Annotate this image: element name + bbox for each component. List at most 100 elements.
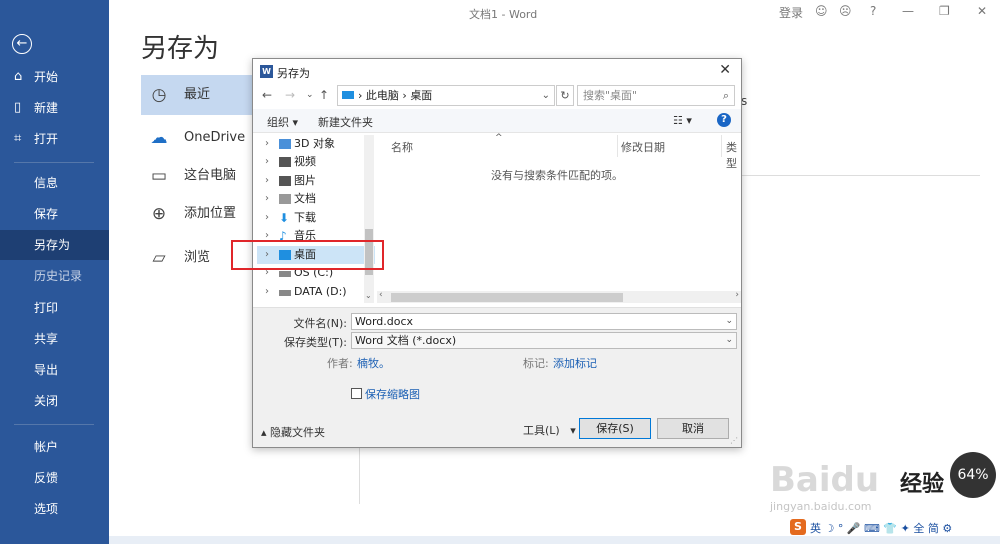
sort-up-icon: ^ xyxy=(495,133,503,143)
tree-item-label: 图片 xyxy=(294,174,316,187)
scroll-left-icon[interactable]: ‹ xyxy=(379,290,383,300)
column-modified-date[interactable]: 修改日期 xyxy=(621,139,665,155)
chevron-right-icon[interactable]: › xyxy=(265,153,269,171)
rail-item-options[interactable]: 选项 xyxy=(0,494,109,524)
rail-item-save[interactable]: 保存 xyxy=(0,199,109,229)
save-thumbnail-label[interactable]: 保存缩略图 xyxy=(365,386,420,402)
chevron-down-icon[interactable]: ⌄ xyxy=(542,86,550,105)
rail-item-info[interactable]: 信息 xyxy=(0,168,109,198)
tree-item-documents[interactable]: › 文档 xyxy=(257,190,375,208)
ime-toolbar[interactable]: S 英 ☽ ° 🎤 ⌨ 👕 ✦ 全 简 ⚙ xyxy=(790,519,995,537)
rail-item-export[interactable]: 导出 xyxy=(0,355,109,385)
rail-item-new[interactable]: ▯ 新建 xyxy=(0,93,109,123)
dialog-close-icon[interactable]: ✕ xyxy=(719,62,731,78)
tree-item-3d-objects[interactable]: › 3D 对象 xyxy=(257,135,375,153)
rail-item-open[interactable]: ⌗ 打开 xyxy=(0,124,109,154)
column-separator[interactable] xyxy=(721,135,722,157)
ime-status[interactable]: 英 ☽ ° 🎤 ⌨ 👕 ✦ 全 简 ⚙ xyxy=(810,520,952,536)
filename-field[interactable]: Word.docx ⌄ xyxy=(351,313,737,330)
scroll-down-arrow-icon[interactable]: ⌄ xyxy=(365,291,372,300)
chevron-down-icon[interactable]: ⌄ xyxy=(725,333,733,348)
computer-icon: ▭ xyxy=(150,166,168,186)
chevron-down-icon[interactable]: ⌄ xyxy=(725,314,733,329)
refresh-icon[interactable]: ↻ xyxy=(556,85,574,106)
location-label: 这台电脑 xyxy=(184,168,237,183)
location-label: 最近 xyxy=(184,87,211,102)
close-icon[interactable]: ✕ xyxy=(977,4,987,18)
tree-item-pictures[interactable]: › 图片 xyxy=(257,172,375,190)
recent-locations-icon[interactable]: ⌄ xyxy=(306,90,314,100)
download-arrow-icon: ⬇ xyxy=(279,211,290,225)
add-tags-link[interactable]: 添加标记 xyxy=(553,355,597,371)
tools-menu[interactable]: 工具(L) ▾ xyxy=(523,422,576,438)
dialog-title-bar: W 另存为 ✕ xyxy=(253,59,741,83)
tree-item-downloads[interactable]: › ⬇ 下载 xyxy=(257,209,375,227)
cancel-button[interactable]: 取消 xyxy=(657,418,729,439)
tags-label: 标记: xyxy=(523,357,549,370)
author-value[interactable]: 楠牧。 xyxy=(357,355,390,371)
file-list-scrollbar[interactable]: ‹ › xyxy=(377,290,741,303)
rail-item-history[interactable]: 历史记录 xyxy=(0,261,109,291)
column-separator[interactable] xyxy=(617,135,618,157)
picture-icon xyxy=(279,176,291,186)
back-icon[interactable]: ← xyxy=(12,34,32,54)
drive-icon xyxy=(279,290,291,296)
column-name[interactable]: 名称 xyxy=(391,139,413,155)
address-bar[interactable]: › 此电脑 › 桌面 ⌄ xyxy=(337,85,555,106)
hide-folders-toggle[interactable]: ▴ 隐藏文件夹 xyxy=(261,424,325,440)
chevron-right-icon[interactable]: › xyxy=(265,135,269,153)
rail-item-home[interactable]: ⌂ 开始 xyxy=(0,62,109,92)
scroll-right-icon[interactable]: › xyxy=(735,290,739,300)
rail-item-feedback[interactable]: 反馈 xyxy=(0,463,109,493)
scrollbar-thumb[interactable] xyxy=(391,293,623,302)
smile-icon[interactable]: ☺ xyxy=(815,4,828,18)
tree-scrollbar[interactable]: ⌄ xyxy=(364,135,374,303)
filetype-select[interactable]: Word 文档 (*.docx) ⌄ xyxy=(351,332,737,349)
tree-item-videos[interactable]: › 视频 xyxy=(257,153,375,171)
hide-folders-label: 隐藏文件夹 xyxy=(270,426,326,439)
rail-item-save-as[interactable]: 另存为 xyxy=(0,230,109,260)
chevron-right-icon[interactable]: › xyxy=(265,172,269,190)
new-document-icon: ▯ xyxy=(14,100,22,115)
save-button[interactable]: 保存(S) xyxy=(579,418,651,439)
tree-item-drive-d[interactable]: › DATA (D:) xyxy=(257,283,375,301)
back-arrow-icon[interactable]: ← xyxy=(262,88,272,102)
filetype-label: 保存类型(T): xyxy=(283,336,347,349)
chevron-right-icon[interactable]: › xyxy=(265,190,269,208)
search-placeholder: 搜索"桌面" xyxy=(583,89,638,102)
minimize-icon[interactable]: — xyxy=(902,4,914,18)
open-folder-icon: ⌗ xyxy=(14,131,22,146)
clock-icon: ◷ xyxy=(151,85,167,105)
rail-item-close[interactable]: 关闭 xyxy=(0,386,109,416)
help-icon[interactable]: ? xyxy=(717,113,731,127)
help-icon[interactable]: ? xyxy=(870,4,876,18)
chevron-right-icon[interactable]: › xyxy=(265,209,269,227)
rail-item-print[interactable]: 打印 xyxy=(0,293,109,323)
tree-item-label: 视频 xyxy=(294,155,316,168)
word-icon: W xyxy=(260,65,273,78)
rail-item-account[interactable]: 帐户 xyxy=(0,432,109,462)
chevron-right-icon[interactable]: › xyxy=(265,283,269,301)
breadcrumb-item[interactable]: 此电脑 xyxy=(366,89,399,102)
save-thumbnail-checkbox[interactable] xyxy=(351,388,362,399)
new-folder-button[interactable]: 新建文件夹 xyxy=(318,114,373,130)
rail-item-share[interactable]: 共享 xyxy=(0,324,109,354)
restore-icon[interactable]: ❐ xyxy=(939,4,950,18)
breadcrumb: › 此电脑 › 桌面 xyxy=(358,89,433,102)
sogou-logo-icon: S xyxy=(790,519,806,535)
organize-button[interactable]: 组织 ▾ xyxy=(267,114,298,130)
sign-in-link[interactable]: 登录 xyxy=(779,4,803,21)
resize-grip-icon[interactable]: ⋰ xyxy=(730,436,738,445)
video-icon xyxy=(279,157,291,167)
author-label: 作者: xyxy=(327,357,353,370)
search-input[interactable]: 搜索"桌面" ⌕ xyxy=(577,85,735,106)
location-label: 浏览 xyxy=(184,250,211,265)
search-icon: ⌕ xyxy=(722,89,729,102)
frown-icon[interactable]: ☹ xyxy=(839,4,852,18)
up-arrow-icon[interactable]: ↑ xyxy=(319,88,329,102)
breadcrumb-item[interactable]: 桌面 xyxy=(410,89,432,102)
forward-arrow-icon[interactable]: → xyxy=(285,88,295,102)
watermark-url: jingyan.baidu.com xyxy=(770,500,872,513)
view-options-icon[interactable]: ☷ ▾ xyxy=(673,114,692,127)
rail-item-label: 打开 xyxy=(34,132,59,146)
